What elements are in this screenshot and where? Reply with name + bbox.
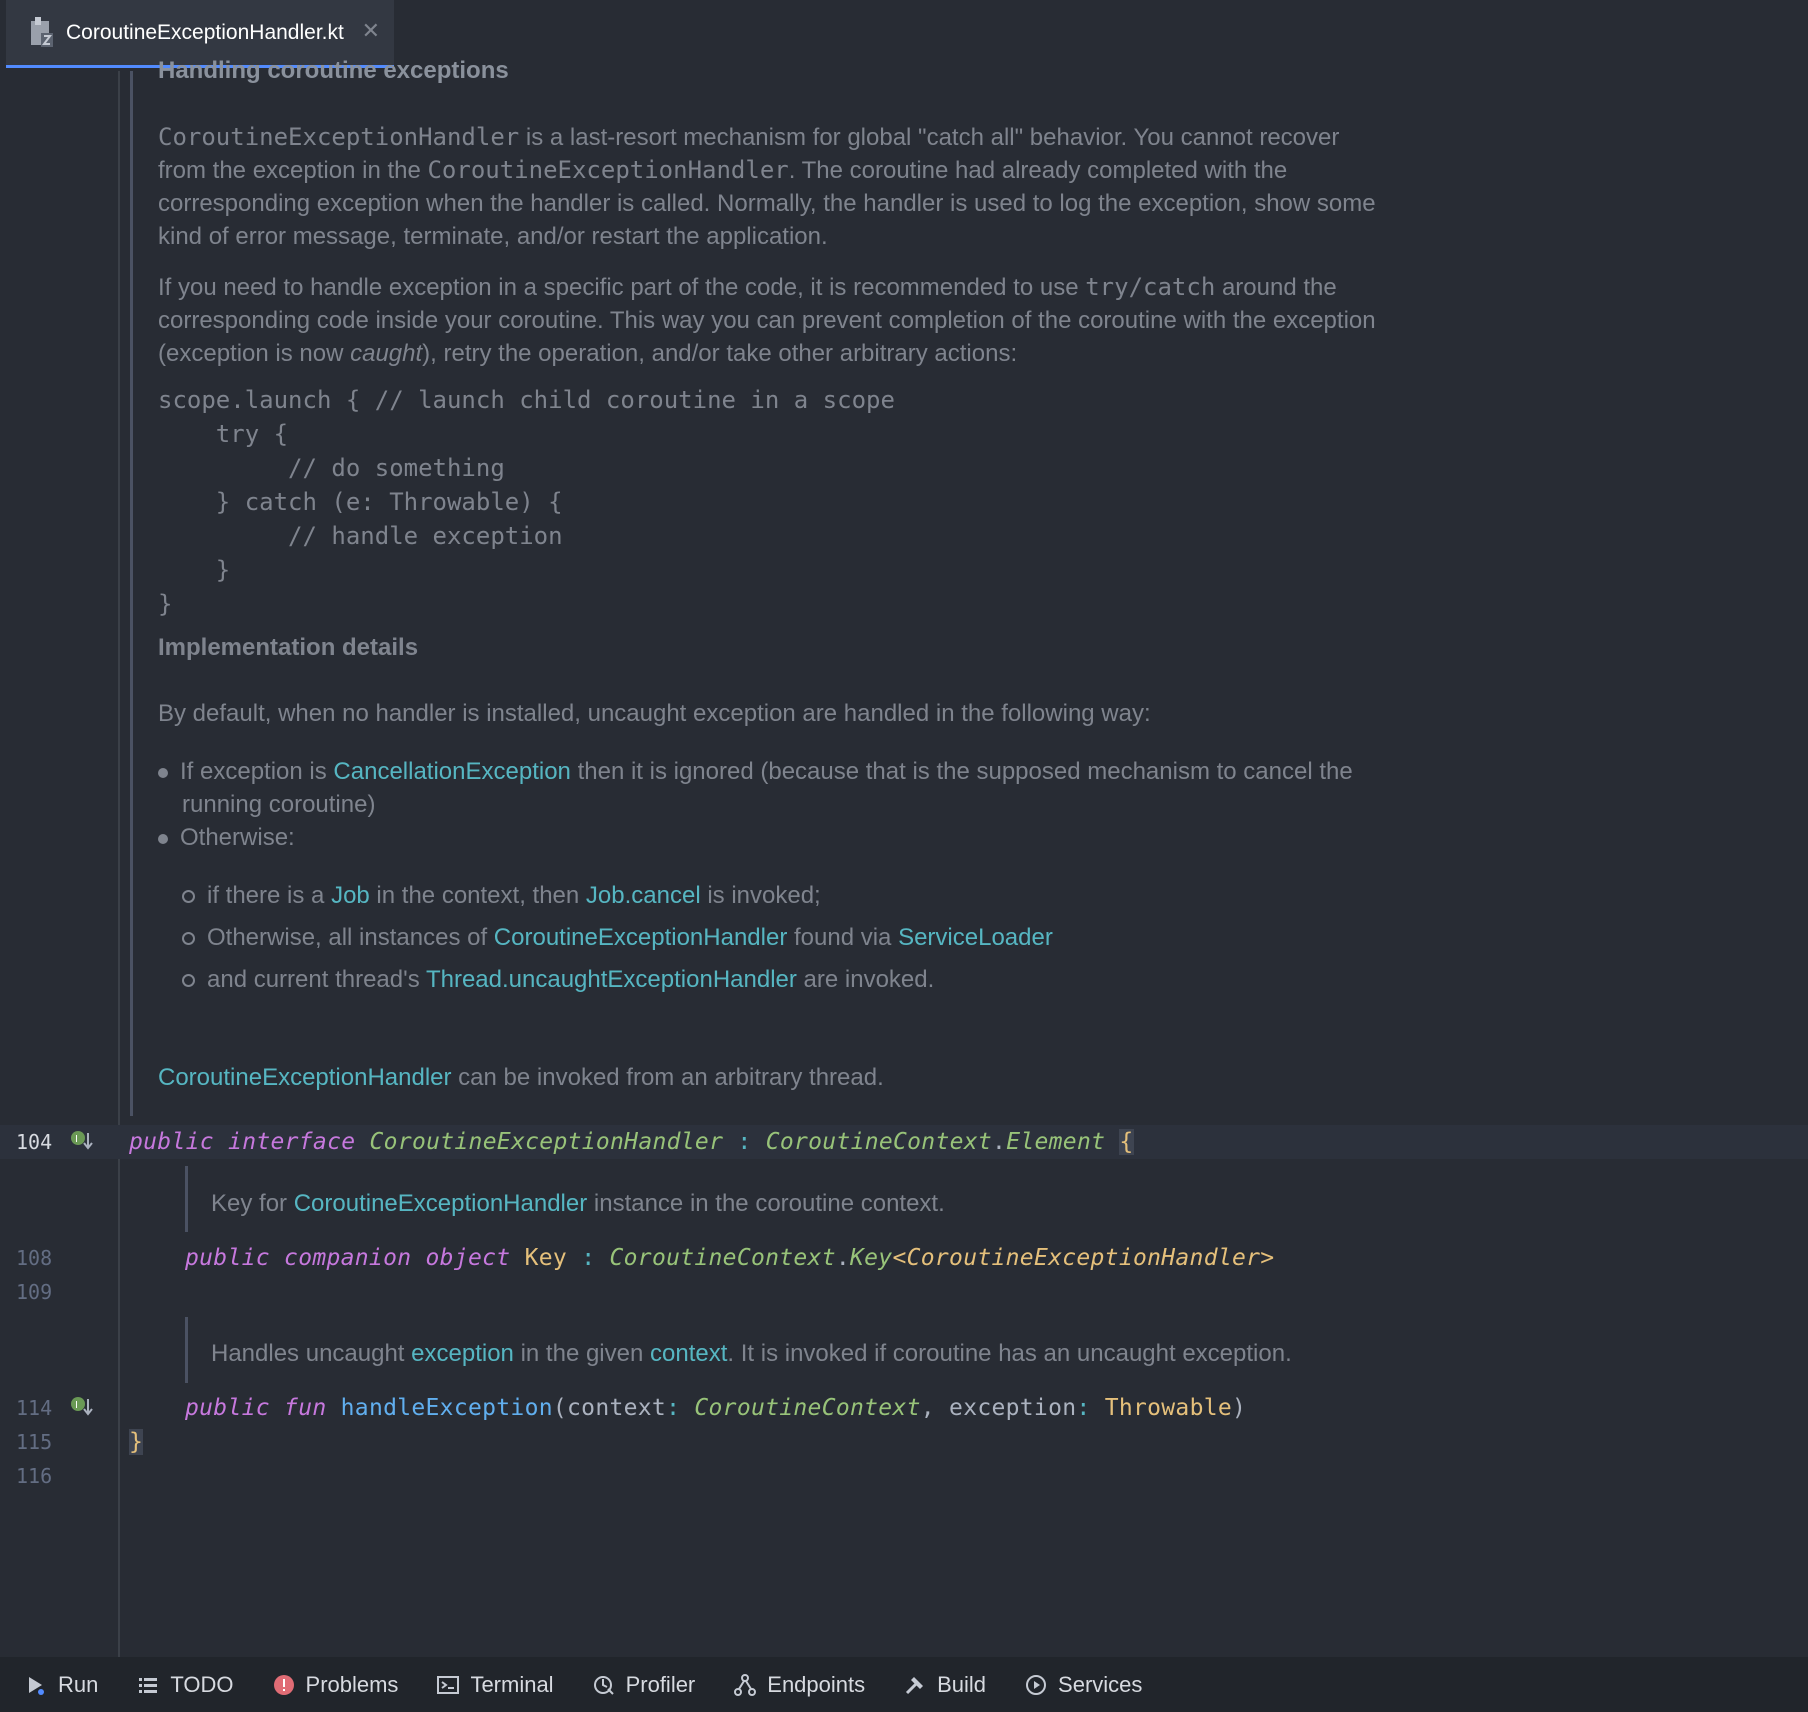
tool-build-button[interactable]: Build	[903, 1672, 986, 1698]
key-doc-comment: Key for CoroutineExceptionHandler instan…	[211, 1190, 945, 1217]
doc-link[interactable]: ServiceLoader	[898, 924, 1053, 951]
kotlin-file-icon	[28, 16, 56, 49]
doc-link[interactable]: Thread.uncaughtExceptionHandler	[426, 966, 797, 993]
doc-link[interactable]: exception	[411, 1340, 514, 1367]
doc-impl-intro: By default, when no handler is installed…	[158, 700, 1151, 727]
doc-paragraph-1: CoroutineExceptionHandler is a last-reso…	[158, 123, 1376, 250]
doc-footer: CoroutineExceptionHandler can be invoked…	[158, 1064, 884, 1091]
tool-todo-button[interactable]: TODO	[136, 1672, 234, 1698]
problems-icon	[272, 1673, 296, 1697]
tool-services-button[interactable]: Services	[1024, 1672, 1142, 1698]
doc-code-ref: CoroutineExceptionHandler	[158, 123, 520, 151]
doc-code-sample: scope.launch { // launch child coroutine…	[158, 386, 895, 618]
handle-doc-comment: Handles uncaught exception in the given …	[211, 1340, 1292, 1367]
implemented-gutter-icon[interactable]: I	[70, 1129, 94, 1153]
tool-terminal-button[interactable]: Terminal	[436, 1672, 554, 1698]
line-number: 114	[16, 1396, 53, 1420]
doc-link[interactable]: CoroutineExceptionHandler	[158, 1064, 452, 1091]
line-number: 104	[16, 1130, 53, 1154]
doc-bullet-1: If exception is CancellationException th…	[158, 755, 1468, 821]
doc-link[interactable]: CoroutineExceptionHandler	[294, 1190, 588, 1217]
tool-profiler-button[interactable]: Profiler	[592, 1672, 695, 1698]
implemented-gutter-icon[interactable]: I	[70, 1395, 94, 1419]
terminal-icon	[436, 1673, 460, 1697]
doc-heading-implementation: Implementation details	[158, 634, 419, 661]
companion-object-declaration: public companion object Key : CoroutineC…	[185, 1245, 1275, 1271]
bullet-icon	[158, 833, 168, 844]
endpoints-icon	[733, 1673, 757, 1697]
tool-problems-button[interactable]: Problems	[272, 1672, 398, 1698]
circle-bullet-icon	[182, 932, 195, 946]
svg-text:I: I	[75, 1134, 78, 1145]
code-editor[interactable]: Handling coroutine exceptions CoroutineE…	[0, 57, 1808, 1661]
doc-code-ref: try/catch	[1085, 273, 1216, 301]
tool-run-button[interactable]: Run	[24, 1672, 98, 1698]
bottom-tool-window-bar: Run TODO Problems Terminal Profiler Endp…	[0, 1657, 1808, 1712]
doc-bullet-2: Otherwise:	[158, 821, 295, 854]
circle-bullet-icon	[182, 890, 195, 904]
line-number: 116	[16, 1464, 53, 1488]
inline-doc-bar	[185, 1166, 188, 1232]
handle-exception-declaration: public fun handleException(context: Coro…	[185, 1395, 1247, 1421]
inline-doc-bar	[185, 1317, 188, 1383]
doc-code-ref: CoroutineExceptionHandler	[427, 156, 789, 184]
circle-bullet-icon	[182, 974, 195, 988]
bullet-icon	[158, 767, 168, 778]
fold-guide-line	[118, 71, 120, 1661]
closing-brace: }	[129, 1429, 144, 1455]
doc-link[interactable]: CancellationException	[333, 758, 570, 785]
doc-subbullet-1: if there is a Job in the context, then J…	[182, 879, 821, 912]
todo-icon	[136, 1673, 160, 1697]
close-tab-icon[interactable]: ✕	[362, 18, 380, 44]
services-icon	[1024, 1673, 1048, 1697]
line-number: 109	[16, 1280, 53, 1304]
interface-declaration: public interface CoroutineExceptionHandl…	[129, 1129, 1134, 1155]
svg-text:I: I	[75, 1400, 78, 1411]
build-icon	[903, 1673, 927, 1697]
tab-title: CoroutineExceptionHandler.kt	[66, 20, 344, 44]
doc-link[interactable]: Job.cancel	[586, 882, 701, 909]
doc-heading-handling: Handling coroutine exceptions	[158, 57, 509, 84]
line-number: 108	[16, 1246, 53, 1270]
tool-endpoints-button[interactable]: Endpoints	[733, 1672, 865, 1698]
line-number: 115	[16, 1430, 53, 1454]
doc-link[interactable]: context	[650, 1340, 727, 1367]
profiler-icon	[592, 1673, 616, 1697]
run-icon	[24, 1673, 48, 1697]
doc-link[interactable]: Job	[331, 882, 370, 909]
doc-subbullet-2: Otherwise, all instances of CoroutineExc…	[182, 921, 1053, 954]
doc-link[interactable]: CoroutineExceptionHandler	[494, 924, 788, 951]
doc-subbullet-3: and current thread's Thread.uncaughtExce…	[182, 963, 934, 996]
doc-paragraph-2: If you need to handle exception in a spe…	[158, 273, 1376, 367]
